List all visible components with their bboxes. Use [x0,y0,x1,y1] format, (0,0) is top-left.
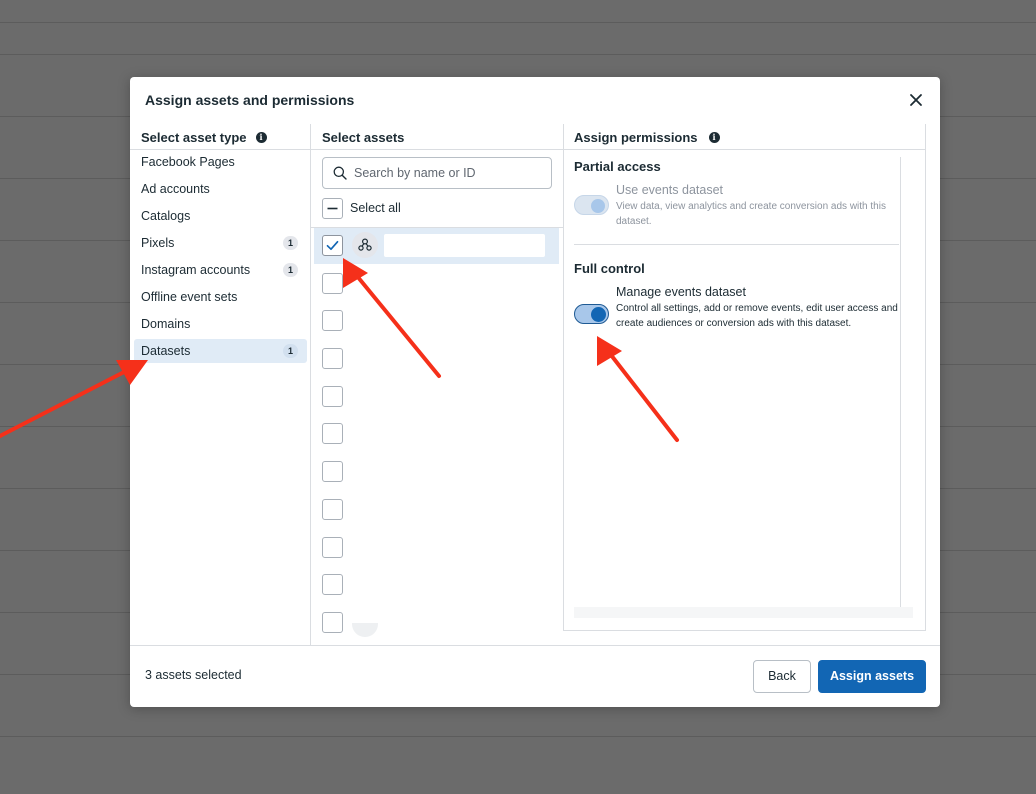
asset-search[interactable] [322,157,552,189]
dialog-title: Assign assets and permissions [145,92,355,108]
asset-type-label: Catalogs [141,209,191,223]
asset-checkbox[interactable] [322,574,343,595]
dialog-header: Assign assets and permissions [130,77,940,123]
full-control-title: Full control [574,261,645,276]
permissions-header-label: Assign permissions [574,129,698,145]
partial-access-title: Partial access [574,159,661,174]
toggle-knob [591,307,606,322]
asset-avatar-partial [352,623,378,637]
checkmark-icon [326,240,339,251]
asset-type-header-label: Select asset type [141,129,247,145]
search-icon [333,166,347,180]
select-assets-header-label: Select assets [322,129,405,145]
select-assets-header: Select assets [322,124,404,150]
asset-type-domains[interactable]: Domains [134,312,307,336]
search-input[interactable] [354,164,544,182]
close-icon [910,94,922,106]
background-divider [0,736,1036,737]
asset-checkbox[interactable] [322,612,343,633]
asset-type-facebook-pages[interactable]: Facebook Pages [134,150,307,174]
assets-selected-count: 3 assets selected [145,668,242,682]
asset-checkbox[interactable] [322,273,343,294]
asset-type-label: Datasets [141,344,191,358]
select-all-label: Select all [350,201,401,215]
asset-type-catalogs[interactable]: Catalogs [134,204,307,228]
asset-checkbox[interactable] [322,537,343,558]
minus-icon [327,207,338,210]
asset-type-label: Instagram accounts [141,263,251,277]
toggle-knob [591,199,605,213]
panel-bottom-border [563,630,926,631]
select-all-checkbox[interactable] [322,198,343,219]
column-divider [563,124,564,631]
count-badge: 1 [283,344,298,358]
info-icon[interactable]: i [708,131,720,143]
asset-type-offline-event-sets[interactable]: Offline event sets [134,285,307,309]
asset-name-redacted [384,234,545,257]
asset-checkbox[interactable] [322,235,343,256]
asset-type-label: Ad accounts [141,182,210,196]
count-badge: 1 [283,263,298,277]
asset-checkbox[interactable] [322,499,343,520]
asset-type-instagram-accounts[interactable]: Instagram accounts 1 [134,258,307,282]
use-events-dataset-description: View data, view analytics and create con… [616,201,886,227]
background-divider [0,54,1036,55]
horizontal-scrollbar[interactable] [574,607,913,618]
manage-events-dataset-toggle[interactable] [574,304,609,324]
manage-events-dataset-title: Manage events dataset [616,285,746,299]
count-badge: 1 [283,236,298,250]
background-divider [0,22,1036,23]
asset-type-label: Offline event sets [141,290,238,304]
asset-type-label: Domains [141,317,191,331]
permissions-header: Assign permissions i [574,124,720,150]
info-icon[interactable]: i [255,131,267,143]
permission-divider [574,244,899,245]
assign-assets-button[interactable]: Assign assets [818,660,926,693]
asset-checkbox[interactable] [322,310,343,331]
footer-divider [130,645,940,646]
asset-checkbox[interactable] [322,461,343,482]
asset-type-header: Select asset type i [141,124,267,150]
dataset-avatar [352,232,378,258]
close-button[interactable] [906,90,926,110]
asset-checkbox[interactable] [322,423,343,444]
use-events-dataset-toggle [574,195,609,215]
use-events-dataset-title: Use events dataset [616,183,724,197]
manage-events-dataset-description: Control all settings, add or remove even… [616,303,898,329]
column-divider [310,124,311,645]
dataset-icon [358,238,372,251]
asset-type-datasets[interactable]: Datasets 1 [134,339,307,363]
column-divider [925,124,926,631]
asset-type-pixels[interactable]: Pixels 1 [134,231,307,255]
back-button[interactable]: Back [753,660,811,693]
assign-assets-dialog: Assign assets and permissions Select ass… [130,77,940,707]
asset-checkbox[interactable] [322,386,343,407]
asset-type-ad-accounts[interactable]: Ad accounts [134,177,307,201]
asset-type-label: Pixels [141,236,175,250]
annotation-arrow [0,360,148,438]
asset-type-label: Facebook Pages [141,155,235,169]
asset-checkbox[interactable] [322,348,343,369]
